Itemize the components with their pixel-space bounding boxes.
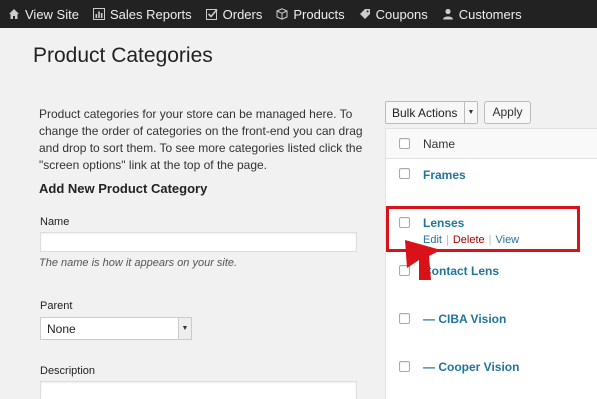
name-input[interactable] xyxy=(40,232,357,252)
admin-toolbar: View Site Sales Reports Orders Products … xyxy=(0,0,597,28)
orders-link[interactable]: Orders xyxy=(205,6,263,22)
box-icon xyxy=(276,8,288,20)
row-checkbox[interactable] xyxy=(399,361,410,372)
row-checkbox[interactable] xyxy=(399,313,410,324)
view-site-link[interactable]: View Site xyxy=(8,7,79,22)
parent-select[interactable]: None ▼ xyxy=(40,317,192,340)
user-icon xyxy=(442,8,454,20)
customers-label: Customers xyxy=(458,6,522,22)
add-category-heading: Add New Product Category xyxy=(39,181,208,196)
view-site-label: View Site xyxy=(25,6,79,22)
table-row: — CIBA Vision xyxy=(386,303,597,351)
home-icon xyxy=(8,8,20,20)
page-title: Product Categories xyxy=(33,44,213,67)
sales-reports-label: Sales Reports xyxy=(109,6,192,22)
row-checkbox[interactable] xyxy=(399,168,410,179)
select-all-checkbox[interactable] xyxy=(399,138,410,149)
pointer-arrow-icon xyxy=(405,240,441,280)
apply-button[interactable]: Apply xyxy=(484,101,531,124)
orders-label: Orders xyxy=(222,6,263,22)
name-hint: The name is how it appears on your site. xyxy=(39,257,238,269)
coupons-link[interactable]: Coupons xyxy=(359,7,428,22)
description-label: Description xyxy=(40,365,96,377)
sales-reports-link[interactable]: Sales Reports xyxy=(92,6,192,22)
page-description: Product categories for your store can be… xyxy=(39,107,363,172)
table-row: Frames xyxy=(386,159,597,207)
bulk-actions-value: Bulk Actions xyxy=(392,106,458,120)
parent-select-value: None xyxy=(47,322,76,336)
coupon-icon xyxy=(359,8,371,20)
name-label: Name xyxy=(40,216,70,228)
chevron-down-icon: ▼ xyxy=(464,102,477,123)
parent-label: Parent xyxy=(40,300,73,312)
bulk-actions-select[interactable]: Bulk Actions ▼ xyxy=(385,101,478,124)
category-link-frames[interactable]: Frames xyxy=(423,168,466,182)
products-label: Products xyxy=(293,6,345,22)
chart-icon xyxy=(92,8,105,20)
table-row: — Cooper Vision xyxy=(386,351,597,399)
category-link-cooper-vision[interactable]: — Cooper Vision xyxy=(423,360,519,374)
customers-link[interactable]: Customers xyxy=(442,7,522,22)
checkbox-icon xyxy=(205,8,218,20)
category-link-ciba-vision[interactable]: — CIBA Vision xyxy=(423,312,506,326)
table-header: Name xyxy=(386,129,597,159)
coupons-label: Coupons xyxy=(375,6,428,22)
chevron-down-icon: ▼ xyxy=(178,318,191,339)
description-textarea[interactable] xyxy=(40,381,357,399)
name-column-header[interactable]: Name xyxy=(423,137,455,151)
products-link[interactable]: Products xyxy=(276,6,345,22)
